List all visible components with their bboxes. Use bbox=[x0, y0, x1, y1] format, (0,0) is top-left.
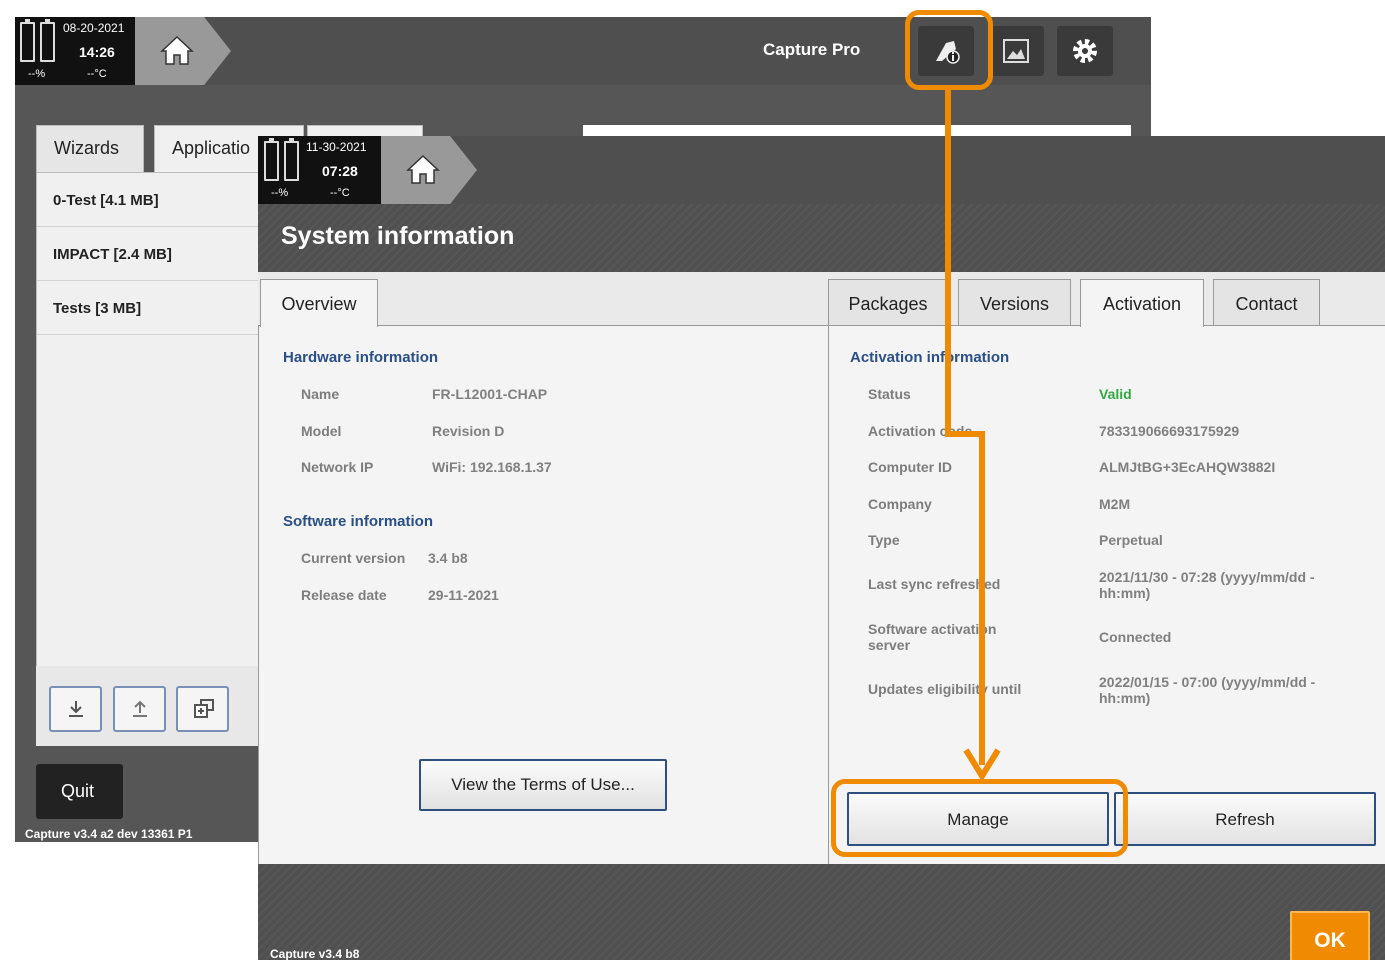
tab-activation[interactable]: Activation bbox=[1080, 279, 1204, 327]
arrow-icon bbox=[945, 90, 1001, 782]
tab-overview[interactable]: Overview bbox=[260, 279, 378, 327]
